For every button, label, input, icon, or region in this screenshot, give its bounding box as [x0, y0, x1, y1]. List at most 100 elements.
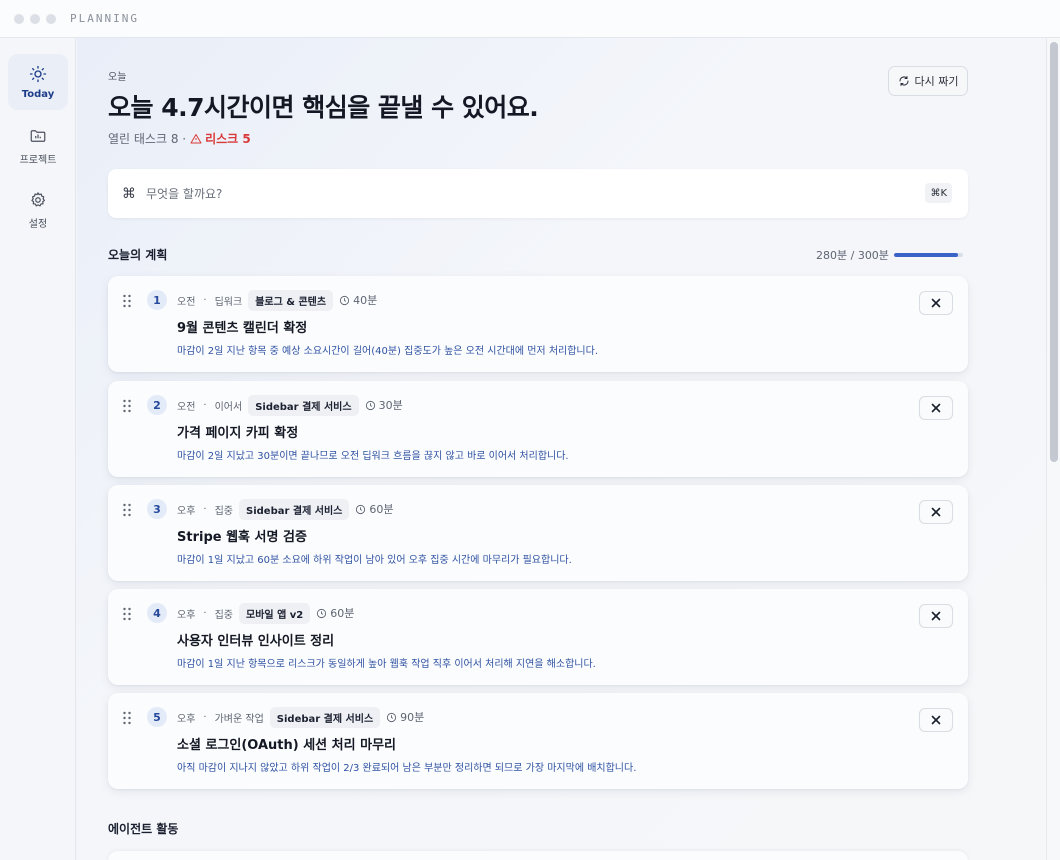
plan-item-number: 5	[147, 707, 167, 727]
drag-handle-icon[interactable]	[122, 398, 132, 413]
minimize-window-dot[interactable]	[30, 13, 40, 24]
page-title: 오늘 4.7시간이면 핵심을 끝낼 수 있어요.	[108, 93, 539, 122]
sidebar-item-label: Today	[21, 88, 55, 100]
plan-item-duration: 60분	[316, 605, 354, 621]
plan-item-duration: 40분	[339, 292, 377, 308]
duration-value: 40분	[353, 294, 378, 307]
window-controls	[14, 13, 56, 24]
duration-value: 30분	[378, 399, 403, 412]
open-tasks-count: 열린 태스크 8 ·	[108, 132, 187, 146]
plan-item-title: 사용자 인터뷰 인사이트 정리	[177, 634, 335, 649]
plan-item[interactable]: 1 오전 · 딥워크 블로그 & 콘텐츠 40분 9월 콘텐츠 캘린더 확정 마…	[108, 276, 968, 372]
agent-activity-card	[108, 851, 968, 860]
remove-item-button[interactable]	[919, 396, 953, 420]
plan-item-reason: 마감이 2일 지났고 30분이면 끝나므로 오전 딥워크 흐름을 끊지 않고 바…	[177, 451, 569, 462]
plan-item-duration: 60분	[355, 501, 394, 517]
remove-item-button[interactable]	[919, 604, 953, 628]
plan-item-title: 가격 페이지 카피 확정	[177, 426, 299, 441]
project-tag[interactable]: 블로그 & 콘텐츠	[248, 289, 334, 311]
plan-item-meta: 오후 · 집중 모바일 앱 v2 60분	[177, 602, 354, 624]
plan-item-meta: 오전 · 딥워크 블로그 & 콘텐츠 40분	[177, 289, 377, 311]
plan-item-period: 오후	[177, 609, 196, 621]
meta-separator: ·	[203, 294, 207, 306]
drag-handle-icon[interactable]	[122, 710, 132, 725]
plan-item-number: 2	[147, 395, 167, 415]
sidebar-item-projects[interactable]: 프로젝트	[8, 118, 68, 174]
plan-item-meta: 오후 · 가벼운 작업 Sidebar 결제 서비스 90분	[177, 706, 424, 728]
plan-item[interactable]: 5 오후 · 가벼운 작업 Sidebar 결제 서비스 90분 소셜 로그인(…	[108, 693, 968, 789]
app-title: PLANNING	[70, 12, 139, 25]
plan-item-number: 1	[147, 290, 167, 310]
plan-item-reason: 마감이 2일 지난 항목 중 예상 소요시간이 길어(40분) 집중도가 높은 …	[177, 346, 598, 357]
remove-item-button[interactable]	[919, 708, 953, 732]
sidebar: Today 프로젝트 설정	[0, 38, 76, 860]
plan-section-title: 오늘의 계획	[108, 248, 168, 262]
project-tag[interactable]: 모바일 앱 v2	[239, 602, 311, 624]
plan-item-duration: 30분	[365, 397, 403, 413]
plan-item-duration: 90분	[386, 709, 424, 725]
clock-icon	[340, 295, 350, 305]
command-icon: ⌘	[122, 185, 136, 202]
plan-item-kind: 집중	[214, 505, 233, 517]
plan-item[interactable]: 3 오후 · 집중 Sidebar 결제 서비스 60분 Stripe 웹훅 서…	[108, 485, 968, 581]
remove-item-button[interactable]	[919, 500, 953, 524]
zoom-window-dot[interactable]	[46, 13, 56, 24]
gear-icon	[31, 191, 45, 206]
main-scrollbar[interactable]	[1046, 38, 1060, 860]
project-tag[interactable]: Sidebar 결제 서비스	[239, 498, 350, 520]
plan-item-title: Stripe 웹훅 서명 검증	[177, 530, 307, 545]
clock-icon	[387, 712, 397, 722]
plan-progress-fill	[894, 253, 959, 257]
command-search[interactable]: ⌘ ⌘K	[108, 169, 968, 218]
task-summary: 열린 태스크 8 · 리스크 5	[108, 130, 251, 147]
sun-icon	[29, 65, 47, 82]
close-icon	[931, 298, 941, 308]
title-bar: PLANNING	[0, 0, 1060, 38]
close-icon	[931, 715, 941, 725]
folder-icon	[30, 129, 46, 142]
project-tag[interactable]: Sidebar 결제 서비스	[269, 706, 381, 728]
plan-item[interactable]: 2 오전 · 이어서 Sidebar 결제 서비스 30분 가격 페이지 카피 …	[108, 381, 968, 477]
risk-badge[interactable]: 리스크 5	[190, 130, 251, 147]
plan-item-period: 오후	[177, 505, 196, 517]
clock-icon	[356, 504, 366, 514]
scrollbar-thumb[interactable]	[1050, 42, 1058, 462]
clock-icon	[317, 608, 327, 618]
drag-handle-icon[interactable]	[122, 293, 132, 308]
plan-item-meta: 오후 · 집중 Sidebar 결제 서비스 60분	[177, 498, 394, 520]
regenerate-plan-button[interactable]: 다시 짜기	[888, 66, 968, 96]
page-eyebrow: 오늘	[108, 72, 127, 83]
sidebar-item-label: 설정	[28, 218, 48, 230]
search-input[interactable]	[146, 186, 906, 201]
drag-handle-icon[interactable]	[122, 502, 132, 517]
risk-count: 리스크 5	[205, 132, 251, 146]
meta-separator: ·	[203, 399, 207, 411]
plan-progress-text: 280분 / 300분	[816, 249, 889, 262]
sidebar-item-settings[interactable]: 설정	[8, 182, 68, 238]
close-window-dot[interactable]	[14, 13, 24, 24]
plan-item-reason: 마감이 1일 지난 항목으로 리스크가 동일하게 높아 웹훅 작업 직후 이어서…	[177, 659, 596, 670]
meta-separator: ·	[203, 711, 207, 723]
regenerate-label: 다시 짜기	[914, 75, 959, 88]
duration-value: 90분	[400, 711, 425, 724]
duration-value: 60분	[330, 607, 355, 620]
plan-item-meta: 오전 · 이어서 Sidebar 결제 서비스 30분	[177, 394, 403, 416]
project-tag[interactable]: Sidebar 결제 서비스	[248, 394, 359, 416]
clock-icon	[365, 400, 375, 410]
duration-value: 60분	[369, 503, 394, 516]
refresh-icon	[899, 76, 908, 86]
sidebar-item-today[interactable]: Today	[8, 54, 68, 110]
sidebar-item-label: 프로젝트	[19, 154, 57, 166]
main-content: 오늘 오늘 4.7시간이면 핵심을 끝낼 수 있어요. 열린 태스크 8 · 리…	[77, 38, 1046, 860]
shortcut-hint: ⌘K	[925, 183, 952, 203]
drag-handle-icon[interactable]	[122, 606, 132, 621]
plan-item-kind: 집중	[214, 609, 233, 621]
plan-item-period: 오후	[177, 713, 196, 725]
plan-item-kind: 이어서	[214, 401, 243, 413]
plan-progress-bar	[894, 253, 963, 257]
close-icon	[931, 403, 941, 413]
agent-activity-title: 에이전트 활동	[108, 822, 179, 836]
remove-item-button[interactable]	[919, 291, 953, 315]
plan-item-period: 오전	[177, 401, 196, 413]
plan-item[interactable]: 4 오후 · 집중 모바일 앱 v2 60분 사용자 인터뷰 인사이트 정리 마…	[108, 589, 968, 685]
